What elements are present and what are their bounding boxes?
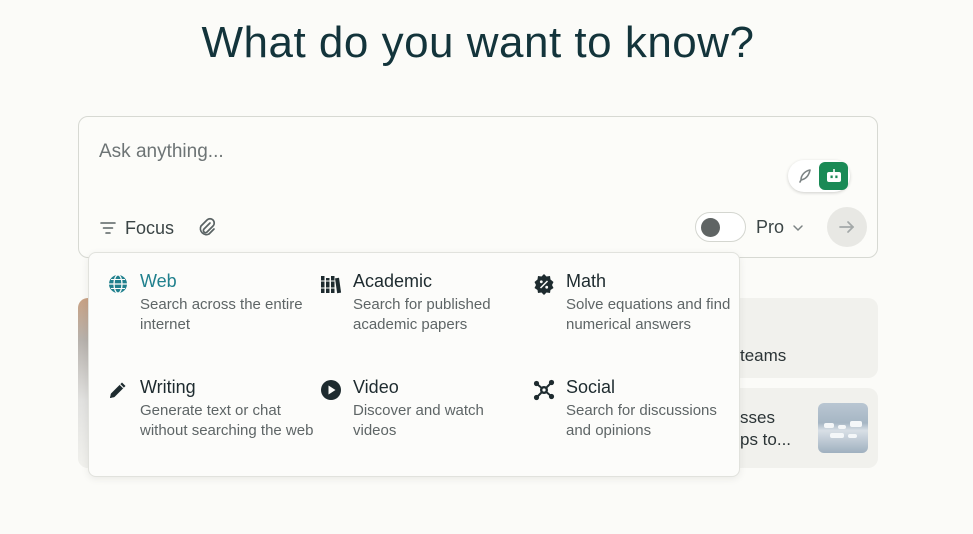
pro-dropdown[interactable]: Pro xyxy=(756,217,804,238)
option-name: Video xyxy=(353,377,399,397)
option-description: Discover and watch videos xyxy=(353,402,484,439)
option-description: Search for discussions and opinions xyxy=(566,402,717,439)
feather-icon[interactable] xyxy=(790,162,819,190)
option-description: Search for published academic papers xyxy=(353,296,491,333)
card-text: ps to... xyxy=(740,430,792,449)
books-icon xyxy=(321,276,342,294)
network-icon xyxy=(533,379,555,401)
filter-icon xyxy=(100,222,116,234)
play-icon xyxy=(321,380,341,400)
option-description: Solve equations and find numerical answe… xyxy=(566,296,731,333)
option-name: Web xyxy=(140,271,177,291)
option-name: Writing xyxy=(140,377,196,397)
percent-badge-icon xyxy=(534,274,554,295)
option-description: Search across the entire internet xyxy=(140,296,303,333)
option-name: Math xyxy=(566,271,607,291)
toggle-knob xyxy=(701,218,720,237)
focus-menu: Web Search across the entire internet Ac… xyxy=(88,252,740,477)
card-text: teams xyxy=(740,346,787,365)
pro-label: Pro xyxy=(756,217,785,237)
model-toggle[interactable] xyxy=(788,160,850,192)
paperclip-icon[interactable] xyxy=(196,217,218,239)
option-description: Generate text or chat without searching … xyxy=(140,402,314,439)
pencil-icon xyxy=(110,382,126,398)
focus-label: Focus xyxy=(125,217,175,238)
focus-button[interactable]: Focus xyxy=(99,215,174,241)
arrow-right-icon xyxy=(839,221,855,233)
card-text: sses xyxy=(740,408,775,427)
option-name: Social xyxy=(566,377,616,397)
option-name: Academic xyxy=(353,271,433,291)
ask-box[interactable]: Ask anything... Focus Pro xyxy=(78,116,878,258)
page-title: What do you want to know? xyxy=(201,18,755,67)
card-thumbnail xyxy=(818,403,868,453)
pro-toggle[interactable] xyxy=(695,212,746,242)
submit-button[interactable] xyxy=(827,207,867,247)
ask-input[interactable]: Ask anything... xyxy=(99,141,224,163)
chevron-down-icon xyxy=(793,224,803,231)
robot-icon[interactable] xyxy=(819,162,848,190)
globe-icon xyxy=(109,274,127,294)
